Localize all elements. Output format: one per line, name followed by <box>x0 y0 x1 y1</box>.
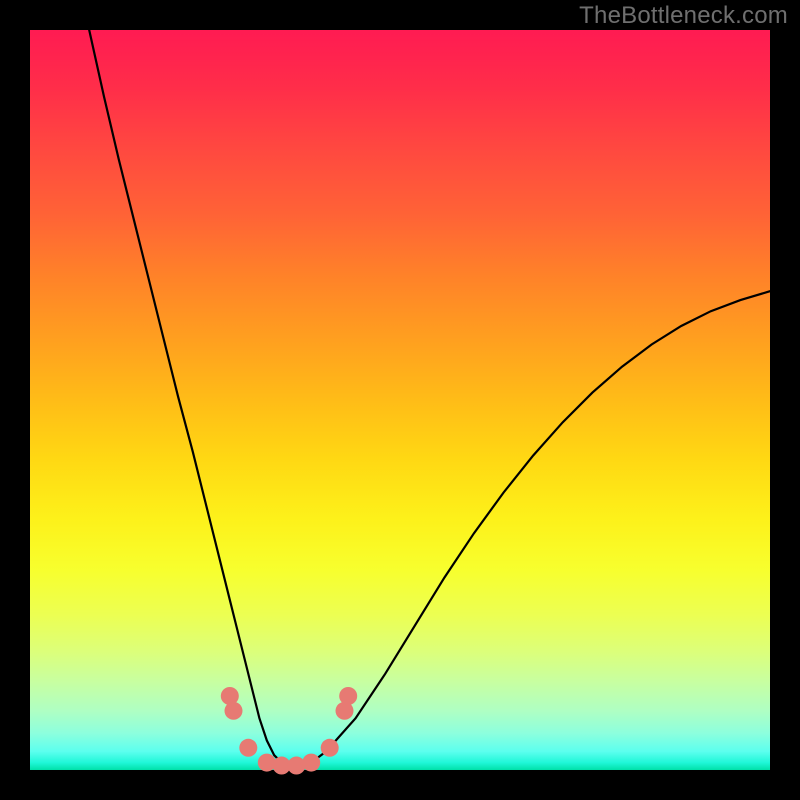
marker-2 <box>239 739 257 757</box>
bottom-markers <box>221 687 357 775</box>
marker-6 <box>302 754 320 772</box>
marker-1 <box>225 702 243 720</box>
marker-5 <box>287 757 305 775</box>
chart-frame: TheBottleneck.com <box>0 0 800 800</box>
marker-9 <box>339 687 357 705</box>
bottleneck-curve <box>89 30 770 766</box>
marker-7 <box>321 739 339 757</box>
watermark-text: TheBottleneck.com <box>579 2 788 30</box>
bottleneck-curve-svg <box>30 30 770 770</box>
marker-3 <box>258 754 276 772</box>
plot-area <box>30 30 770 770</box>
